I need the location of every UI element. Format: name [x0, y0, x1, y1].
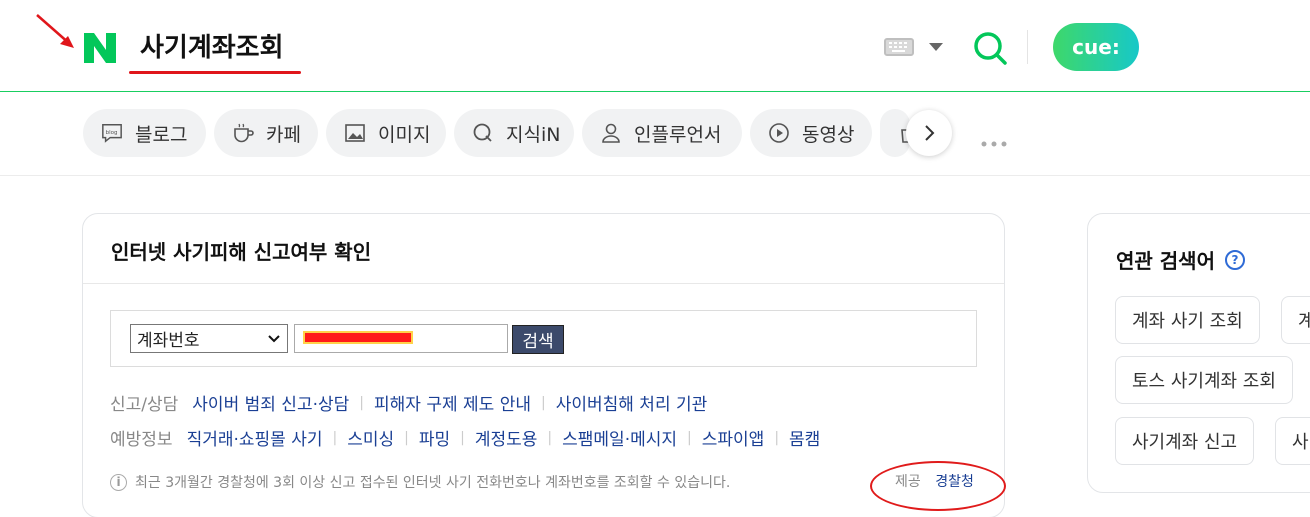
- search-tabs: blog 블로그 카페 이미지 지식iN 인플루언서 동영상: [0, 92, 1310, 176]
- separator: |: [687, 429, 692, 446]
- related-chip[interactable]: 사: [1275, 417, 1310, 465]
- tabs-next-button[interactable]: [906, 110, 952, 156]
- annotation-ellipse: [870, 461, 1006, 511]
- divider: [83, 283, 1004, 284]
- annotation-underline: [129, 71, 301, 74]
- keyboard-dropdown-icon[interactable]: [929, 43, 943, 51]
- row-label: 예방정보: [110, 430, 173, 450]
- separator: |: [359, 394, 364, 411]
- report-links-row: 신고/상담 사이버 범죄 신고·상담 | 피해자 구제 제도 안내 | 사이버침…: [110, 390, 708, 416]
- search-header: 사기계좌조회 cue:: [0, 0, 1310, 92]
- chevron-down-icon: [268, 335, 280, 343]
- header-divider: [1027, 30, 1028, 64]
- fraud-check-card: 인터넷 사기피해 신고여부 확인 계좌번호 검색 신고/상담 사이버 범죄 신고…: [82, 213, 1006, 517]
- row-label: 신고/상담: [110, 395, 179, 415]
- link-pharming[interactable]: 파밍: [419, 425, 450, 450]
- tab-cafe[interactable]: 카페: [214, 109, 318, 157]
- related-chip[interactable]: 사기계좌 신고: [1115, 417, 1255, 465]
- separator: |: [774, 429, 780, 446]
- related-title-row: 연관 검색어 ?: [1116, 245, 1245, 274]
- separator: |: [547, 429, 553, 446]
- related-chip[interactable]: 토스 사기계좌 조회: [1115, 356, 1293, 404]
- tab-influencer[interactable]: 인플루언서: [582, 109, 742, 157]
- tab-knowledge[interactable]: 지식iN: [454, 109, 574, 157]
- link-body-cam[interactable]: 몸캠: [789, 425, 820, 450]
- person-icon: [600, 122, 622, 144]
- related-title: 연관 검색어: [1116, 249, 1215, 273]
- keyboard-icon[interactable]: [884, 38, 914, 56]
- link-account-theft[interactable]: 계정도용: [475, 425, 538, 450]
- tab-label: 이미지: [378, 123, 431, 146]
- separator: |: [404, 429, 409, 446]
- help-icon[interactable]: ?: [1224, 249, 1245, 270]
- tab-video[interactable]: 동영상: [750, 109, 872, 157]
- tab-label: 동영상: [802, 123, 855, 146]
- link-spam[interactable]: 스팸메일·메시지: [562, 425, 677, 450]
- blog-icon: blog: [101, 122, 123, 144]
- image-icon: [344, 122, 366, 144]
- annotation-arrow: [36, 14, 74, 48]
- tab-label: 지식iN: [506, 123, 561, 146]
- related-searches-card: 연관 검색어 ? 계좌 사기 조회 계 토스 사기계좌 조회 사기계좌 신고 사: [1087, 213, 1310, 493]
- play-icon: [768, 122, 790, 144]
- card-title: 인터넷 사기피해 신고여부 확인: [111, 240, 372, 264]
- related-chip[interactable]: 계: [1281, 296, 1310, 344]
- tab-label: 인플루언서: [634, 123, 722, 146]
- fraud-search-box: 계좌번호 검색: [110, 310, 977, 367]
- tab-blog[interactable]: blog 블로그: [83, 109, 206, 157]
- search-button[interactable]: 검색: [512, 325, 564, 354]
- link-smishing[interactable]: 스미싱: [347, 425, 394, 450]
- separator: |: [332, 429, 338, 446]
- notice-text-row: i 최근 3개월간 경찰청에 3회 이상 신고 접수된 인터넷 사기 전화번호나…: [110, 472, 730, 492]
- link-spy-app[interactable]: 스파이앱: [702, 425, 765, 450]
- cafe-cup-icon: [232, 122, 254, 144]
- redaction-mark: [303, 331, 413, 344]
- account-number-input[interactable]: [294, 324, 508, 353]
- search-query-text[interactable]: 사기계좌조회: [140, 27, 284, 64]
- link-cyber-crime-report[interactable]: 사이버 범죄 신고·상담: [192, 390, 349, 415]
- prevention-links-row: 예방정보 직거래·쇼핑몰 사기 | 스미싱 | 파밍 | 계정도용 | 스팸메일…: [110, 425, 820, 451]
- select-value: 계좌번호: [137, 331, 200, 351]
- more-icon[interactable]: [980, 129, 1008, 153]
- naver-logo[interactable]: [82, 30, 118, 66]
- link-direct-trade-fraud[interactable]: 직거래·쇼핑몰 사기: [187, 425, 323, 450]
- info-icon: i: [110, 473, 127, 491]
- svg-text:blog: blog: [106, 130, 118, 136]
- tab-label: 블로그: [135, 123, 188, 146]
- separator: |: [540, 394, 546, 411]
- link-cyber-incident-agency[interactable]: 사이버침해 처리 기관: [556, 390, 708, 415]
- link-victim-relief[interactable]: 피해자 구제 제도 안내: [374, 390, 531, 415]
- tab-label: 카페: [266, 123, 301, 146]
- tab-image[interactable]: 이미지: [326, 109, 446, 157]
- cue-button[interactable]: cue:: [1053, 23, 1139, 71]
- knowledge-q-icon: [472, 122, 494, 144]
- notice-text: 최근 3개월간 경찰청에 3회 이상 신고 접수된 인터넷 사기 전화번호나 계…: [135, 475, 731, 491]
- separator: |: [460, 429, 465, 446]
- search-type-select[interactable]: 계좌번호: [130, 324, 288, 353]
- related-chip[interactable]: 계좌 사기 조회: [1115, 296, 1260, 344]
- chevron-right-icon: [925, 125, 935, 141]
- search-icon[interactable]: [972, 30, 1008, 66]
